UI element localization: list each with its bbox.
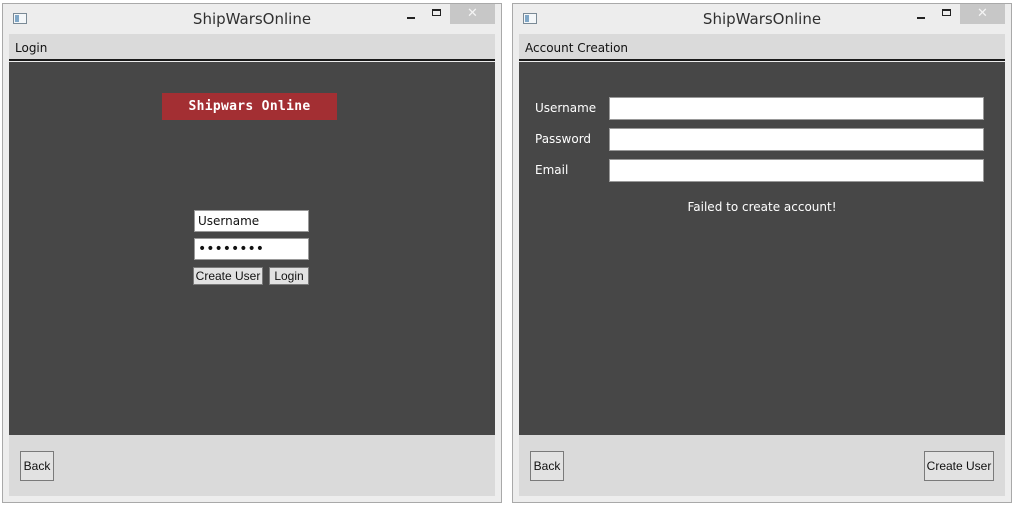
password-field[interactable] xyxy=(609,128,984,151)
email-field[interactable] xyxy=(609,159,984,182)
page-heading: Account Creation xyxy=(525,41,629,55)
footer-bar: Back xyxy=(9,435,495,496)
minimize-icon[interactable] xyxy=(908,4,934,24)
close-icon[interactable]: ✕ xyxy=(450,4,495,24)
menu-bar: Login xyxy=(9,34,495,61)
close-icon[interactable]: ✕ xyxy=(960,4,1005,24)
password-input[interactable] xyxy=(194,238,309,260)
maximize-icon[interactable] xyxy=(934,4,960,24)
account-creation-panel: Username Password Email Failed to create… xyxy=(519,62,1005,435)
back-button[interactable]: Back xyxy=(20,451,54,481)
menu-bar: Account Creation xyxy=(519,34,1005,61)
email-label: Email xyxy=(535,163,569,177)
maximize-icon[interactable] xyxy=(424,4,450,24)
password-label: Password xyxy=(535,132,592,146)
title-bar[interactable]: ShipWarsOnline ✕ xyxy=(513,4,1011,34)
game-logo-banner: Shipwars Online xyxy=(162,93,337,120)
create-user-button[interactable]: Create User xyxy=(193,267,263,285)
username-field[interactable] xyxy=(609,97,984,120)
username-label: Username xyxy=(535,101,597,115)
footer-bar: Back Create User xyxy=(519,435,1005,496)
minimize-icon[interactable] xyxy=(398,4,424,24)
create-user-button[interactable]: Create User xyxy=(924,451,994,481)
username-input[interactable] xyxy=(194,210,309,232)
status-message: Failed to create account! xyxy=(687,200,837,214)
page-heading: Login xyxy=(15,41,48,55)
login-window: ShipWarsOnline ✕ Login Shipwars Online C… xyxy=(2,3,502,503)
login-button[interactable]: Login xyxy=(269,267,309,285)
back-button[interactable]: Back xyxy=(530,451,564,481)
title-bar[interactable]: ShipWarsOnline ✕ xyxy=(3,4,501,34)
login-panel: Shipwars Online Create User Login xyxy=(9,62,495,435)
account-creation-window: ShipWarsOnline ✕ Account Creation Userna… xyxy=(512,3,1012,503)
